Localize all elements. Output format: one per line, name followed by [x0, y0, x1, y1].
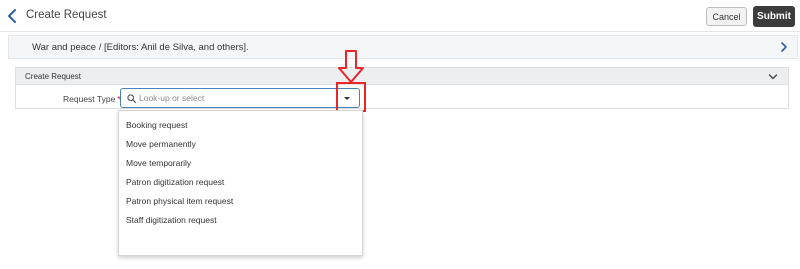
submit-button[interactable]: Submit [753, 6, 795, 27]
request-type-label-text: Request Type [63, 94, 116, 104]
top-bar: Create Request Cancel Submit [0, 0, 800, 32]
section-title: Create Request [25, 72, 82, 81]
option-staff-digitization-request[interactable]: Staff digitization request [126, 211, 217, 229]
option-move-temporarily[interactable]: Move temporarily [126, 154, 191, 172]
request-type-combobox[interactable] [120, 88, 360, 108]
option-booking-request[interactable]: Booking request [126, 116, 187, 134]
section-header[interactable]: Create Request [16, 68, 788, 85]
back-chevron-icon[interactable] [6, 8, 18, 24]
record-title: War and peace / [Editors: Anil de Silva,… [32, 42, 249, 53]
record-summary-bar[interactable]: War and peace / [Editors: Anil de Silva,… [8, 35, 798, 59]
request-type-dropdown: Booking request Move permanently Move te… [118, 110, 363, 256]
option-move-permanently[interactable]: Move permanently [126, 135, 196, 153]
cancel-button[interactable]: Cancel [706, 7, 747, 26]
highlight-box [336, 82, 366, 112]
request-type-input[interactable] [139, 91, 329, 105]
chevron-down-icon[interactable] [768, 73, 778, 81]
search-icon [127, 94, 136, 103]
page-title: Create Request [26, 9, 107, 21]
chevron-right-icon[interactable] [779, 41, 789, 53]
request-type-label: Request Type * [63, 94, 121, 104]
option-patron-digitization-request[interactable]: Patron digitization request [126, 173, 224, 191]
option-patron-physical-item-request[interactable]: Patron physical item request [126, 192, 233, 210]
down-arrow-icon [338, 50, 364, 83]
